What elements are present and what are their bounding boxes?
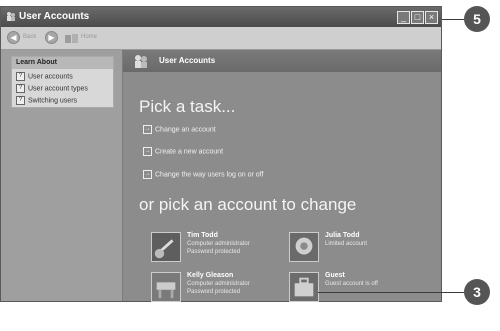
- back-arrow-icon[interactable]: ◀: [7, 31, 20, 44]
- task-create-account[interactable]: → Create a new account: [143, 147, 223, 157]
- account-tim-todd[interactable]: Tim Todd Computer administrator Password…: [151, 232, 291, 264]
- user-accounts-window: User Accounts _ □ × ◀ Back ▶ Home Learn …: [0, 6, 442, 302]
- sidebar-item-switching-users[interactable]: ? Switching users: [16, 96, 77, 106]
- home-button[interactable]: Home: [81, 34, 97, 40]
- callout-number-bottom: 3: [464, 279, 490, 305]
- task-change-account[interactable]: → Change an account: [143, 125, 216, 135]
- pick-an-account-heading: or pick an account to change: [139, 195, 357, 214]
- minimize-button[interactable]: _: [397, 11, 410, 24]
- sidebar-item-user-accounts[interactable]: ? User accounts: [16, 72, 73, 82]
- callout-line-bottom: [318, 292, 464, 293]
- help-icon: ?: [16, 84, 25, 93]
- callout-number-top: 5: [464, 6, 490, 32]
- forward-arrow-icon[interactable]: ▶: [45, 31, 58, 44]
- arrow-icon: →: [143, 170, 152, 179]
- sidebar: Learn About ? User accounts ? User account…: [1, 50, 123, 301]
- flower-avatar-icon: [289, 232, 319, 262]
- main-panel: User Accounts Pick a task... → Change an …: [123, 50, 441, 304]
- sidebar-item-user-account-types[interactable]: ? User account types: [16, 84, 88, 94]
- learn-about-heading: Learn About: [12, 57, 113, 69]
- account-kelly-gleason[interactable]: Kelly Gleason Computer administrator Pas…: [151, 272, 291, 304]
- maximize-button[interactable]: □: [411, 11, 424, 24]
- pick-a-task-heading: Pick a task...: [139, 97, 236, 116]
- chair-avatar-icon: [151, 272, 181, 302]
- window-title: User Accounts: [19, 11, 90, 22]
- close-button[interactable]: ×: [425, 11, 438, 24]
- suitcase-avatar-icon: [289, 272, 319, 302]
- title-bar: User Accounts _ □ ×: [1, 7, 441, 27]
- main-header: User Accounts: [123, 50, 441, 72]
- arrow-icon: →: [143, 147, 152, 156]
- guitar-avatar-icon: [151, 232, 181, 262]
- help-icon: ?: [16, 72, 25, 81]
- main-header-title: User Accounts: [159, 56, 216, 65]
- back-button[interactable]: Back: [23, 34, 36, 40]
- arrow-icon: →: [143, 125, 152, 134]
- home-icon[interactable]: [65, 32, 79, 44]
- learn-about-panel: Learn About ? User accounts ? User account…: [11, 56, 114, 108]
- users-icon: [7, 12, 15, 21]
- account-guest[interactable]: Guest Guest account is off: [289, 272, 429, 304]
- help-icon: ?: [16, 96, 25, 105]
- account-julia-todd[interactable]: Julia Todd Limited account: [289, 232, 429, 264]
- users-icon: [135, 55, 147, 68]
- navigation-toolbar: ◀ Back ▶ Home: [1, 27, 441, 50]
- task-change-logon[interactable]: → Change the way users log on or off: [143, 170, 263, 180]
- callout-line-top: [442, 19, 464, 20]
